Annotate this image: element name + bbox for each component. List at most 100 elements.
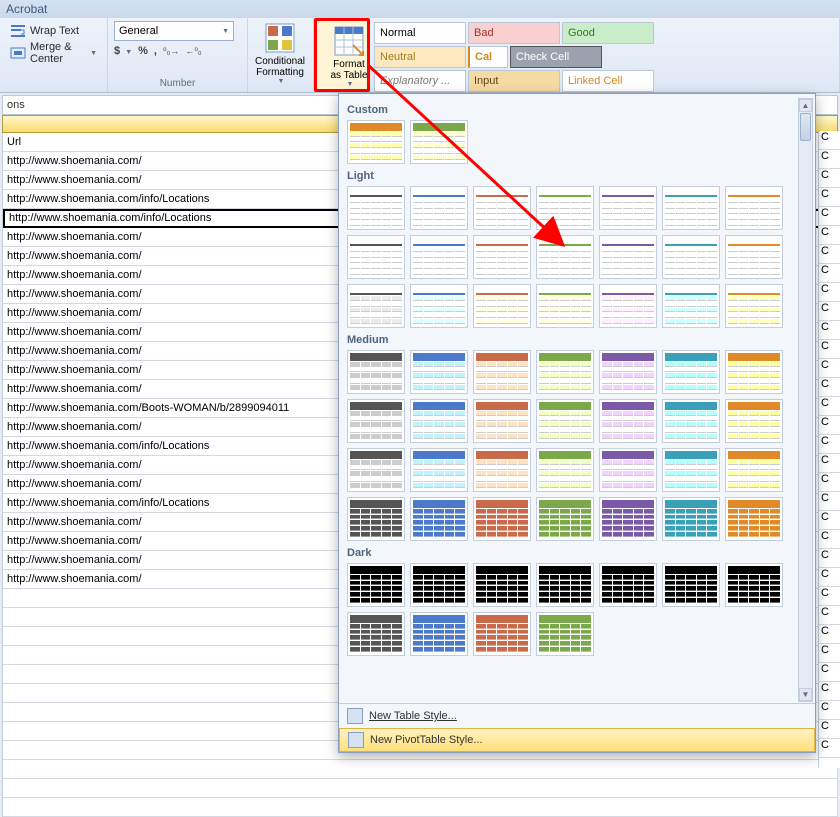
table-style-thumb[interactable] — [662, 350, 720, 394]
table-style-thumb[interactable] — [410, 612, 468, 656]
table-style-thumb[interactable] — [410, 448, 468, 492]
wrap-text-button[interactable]: Wrap Text — [6, 21, 101, 41]
table-style-thumb[interactable] — [662, 235, 720, 279]
table-style-thumb[interactable] — [473, 563, 531, 607]
table-style-thumb[interactable] — [662, 497, 720, 541]
cell-row[interactable] — [3, 779, 838, 798]
title-bar: Acrobat — [0, 0, 840, 18]
table-style-thumb[interactable] — [725, 399, 783, 443]
peek-cell: C — [819, 207, 840, 226]
table-style-thumb[interactable] — [536, 448, 594, 492]
comma-button[interactable]: , — [154, 45, 157, 57]
gallery-section-custom: Custom — [347, 104, 809, 116]
table-style-thumb[interactable] — [536, 399, 594, 443]
gallery-scroll-area[interactable]: Custom Light Medium Dark — [339, 94, 815, 703]
style-check-cell[interactable]: Check Cell — [510, 46, 602, 68]
table-style-thumb[interactable] — [473, 284, 531, 328]
percent-button[interactable]: % — [138, 45, 148, 57]
table-style-thumb[interactable] — [536, 235, 594, 279]
table-style-thumb[interactable] — [599, 497, 657, 541]
table-style-thumb[interactable] — [347, 448, 405, 492]
table-style-thumb[interactable] — [599, 235, 657, 279]
table-style-thumb[interactable] — [410, 399, 468, 443]
cell-row[interactable] — [3, 760, 838, 779]
style-normal[interactable]: Normal — [374, 22, 466, 44]
table-style-thumb[interactable] — [725, 284, 783, 328]
table-style-thumb[interactable] — [347, 284, 405, 328]
conditional-formatting-label: Conditional Formatting — [255, 56, 305, 78]
gallery-scrollbar[interactable]: ▲ ▼ — [798, 98, 813, 702]
table-style-thumb[interactable] — [725, 563, 783, 607]
table-style-thumb[interactable] — [536, 284, 594, 328]
table-style-thumb[interactable] — [599, 399, 657, 443]
table-style-thumb[interactable] — [410, 497, 468, 541]
table-style-thumb[interactable] — [725, 497, 783, 541]
table-style-thumb[interactable] — [599, 284, 657, 328]
table-style-thumb[interactable] — [473, 350, 531, 394]
table-style-thumb[interactable] — [725, 448, 783, 492]
table-style-thumb[interactable] — [599, 186, 657, 230]
table-style-thumb[interactable] — [410, 350, 468, 394]
table-style-thumb[interactable] — [536, 350, 594, 394]
table-style-thumb[interactable] — [347, 186, 405, 230]
table-style-thumb[interactable] — [347, 399, 405, 443]
table-style-thumb[interactable] — [410, 235, 468, 279]
table-style-thumb[interactable] — [347, 235, 405, 279]
table-style-thumb[interactable] — [662, 399, 720, 443]
table-style-thumb[interactable] — [473, 448, 531, 492]
style-bad[interactable]: Bad — [468, 22, 560, 44]
table-style-thumb[interactable] — [473, 186, 531, 230]
scroll-up-arrow[interactable]: ▲ — [799, 99, 812, 112]
table-style-thumb[interactable] — [473, 235, 531, 279]
table-style-thumb[interactable] — [662, 284, 720, 328]
peek-cell: C — [819, 302, 840, 321]
table-style-thumb[interactable] — [536, 186, 594, 230]
merge-center-button[interactable]: Merge & Center ▼ — [6, 43, 101, 63]
table-style-thumb[interactable] — [473, 612, 531, 656]
table-style-thumb[interactable] — [410, 120, 468, 164]
merge-icon — [10, 45, 26, 61]
table-style-thumb[interactable] — [347, 497, 405, 541]
new-table-style-button[interactable]: New Table Style... — [339, 704, 815, 728]
table-style-thumb[interactable] — [347, 350, 405, 394]
style-explanatory[interactable]: Explanatory ... — [374, 70, 466, 92]
peek-cell: C — [819, 682, 840, 701]
increase-decimal-button[interactable]: ⁰₀→ — [163, 46, 179, 57]
table-style-thumb[interactable] — [410, 186, 468, 230]
table-style-thumb[interactable] — [599, 448, 657, 492]
style-good[interactable]: Good — [562, 22, 654, 44]
scroll-thumb[interactable] — [800, 113, 811, 141]
table-style-thumb[interactable] — [599, 563, 657, 607]
conditional-formatting-button[interactable]: Conditional Formatting▼ — [250, 20, 310, 85]
style-calculation[interactable]: Cal — [468, 46, 508, 68]
cell-row[interactable] — [3, 798, 838, 817]
new-pivottable-style-button[interactable]: New PivotTable Style... — [339, 728, 815, 752]
style-linked-cell[interactable]: Linked Cell — [562, 70, 654, 92]
table-style-thumb[interactable] — [725, 350, 783, 394]
style-neutral[interactable]: Neutral — [374, 46, 466, 68]
table-style-thumb[interactable] — [662, 186, 720, 230]
number-format-combo[interactable]: General ▼ — [114, 21, 234, 41]
table-style-thumb[interactable] — [599, 350, 657, 394]
scroll-down-arrow[interactable]: ▼ — [799, 688, 812, 701]
ribbon: Wrap Text Merge & Center ▼ General ▼ $ ▼… — [0, 18, 840, 93]
table-style-thumb[interactable] — [347, 612, 405, 656]
table-style-thumb[interactable] — [347, 563, 405, 607]
chevron-down-icon: ▼ — [278, 78, 285, 85]
table-style-thumb[interactable] — [725, 235, 783, 279]
table-style-thumb[interactable] — [473, 399, 531, 443]
currency-button[interactable]: $ ▼ — [114, 45, 132, 57]
table-style-thumb[interactable] — [725, 186, 783, 230]
table-style-thumb[interactable] — [473, 497, 531, 541]
table-style-thumb[interactable] — [410, 284, 468, 328]
table-style-thumb[interactable] — [410, 563, 468, 607]
table-style-thumb[interactable] — [347, 120, 405, 164]
table-style-thumb[interactable] — [662, 563, 720, 607]
table-style-thumb[interactable] — [536, 563, 594, 607]
table-style-thumb[interactable] — [536, 612, 594, 656]
decrease-decimal-button[interactable]: ←⁰₀ — [185, 46, 201, 57]
table-style-thumb[interactable] — [662, 448, 720, 492]
number-format-value: General — [119, 25, 158, 37]
style-input[interactable]: Input — [468, 70, 560, 92]
table-style-thumb[interactable] — [536, 497, 594, 541]
